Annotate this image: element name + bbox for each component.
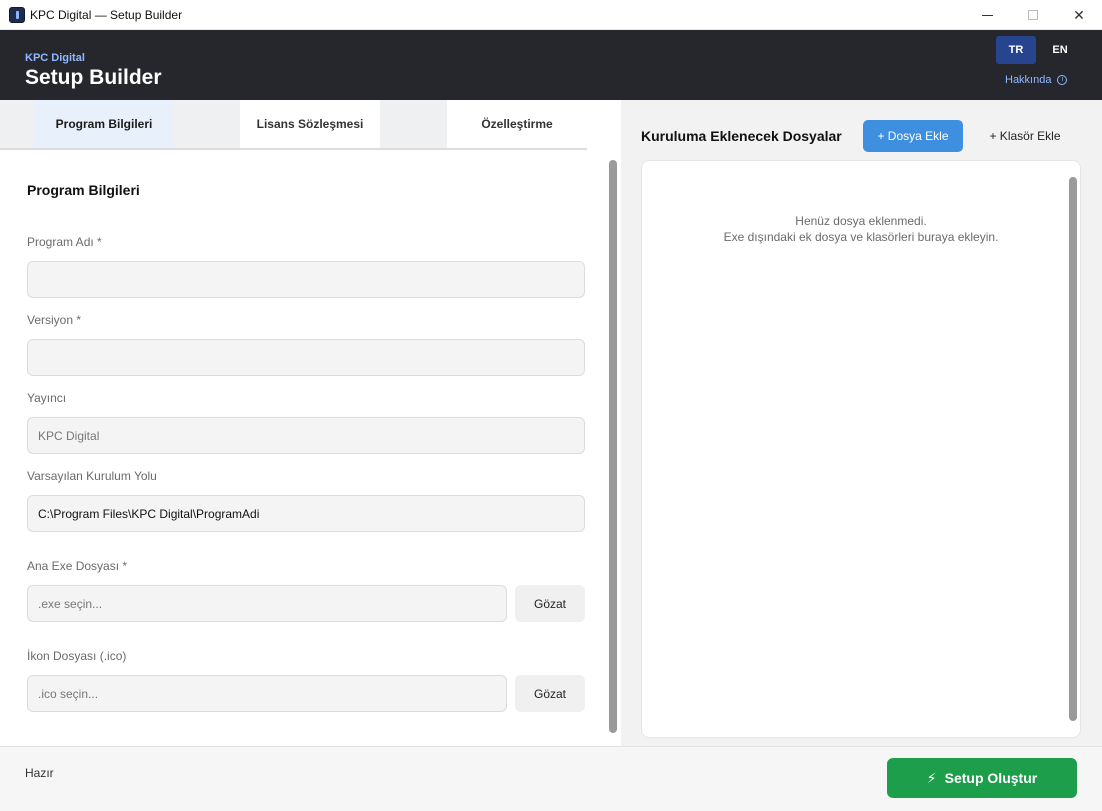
info-icon: i — [1057, 75, 1068, 85]
main-exe-input[interactable]: .exe seçin... — [27, 585, 507, 622]
status-text: Hazır — [25, 766, 54, 780]
about-link[interactable]: Hakkında i — [1005, 74, 1068, 86]
install-path-input[interactable]: C:\Program Files\KPC Digital\ProgramAdi — [27, 495, 585, 532]
icon-file-input[interactable]: .ico seçin... — [27, 675, 507, 712]
close-button[interactable]: ✕ — [1056, 0, 1102, 30]
add-file-button[interactable]: + Dosya Ekle — [863, 120, 963, 152]
browse-icon-button[interactable]: Gözat — [515, 675, 585, 712]
maximize-icon — [1028, 10, 1038, 20]
app-title: Setup Builder — [25, 66, 162, 89]
title-bar: KPC Digital — Setup Builder ✕ — [0, 0, 1102, 30]
form-scrollbar[interactable] — [609, 160, 617, 733]
create-setup-label: Setup Oluştur — [944, 770, 1038, 786]
program-name-label: Program Adı * — [27, 235, 102, 249]
maximize-button[interactable] — [1010, 0, 1056, 30]
files-panel-title: Kuruluma Eklenecek Dosyalar — [641, 128, 842, 144]
close-icon: ✕ — [1073, 6, 1085, 23]
empty-state-line2: Exe dışındaki ek dosya ve klasörleri bur… — [723, 230, 999, 244]
publisher-label: Yayıncı — [27, 391, 67, 405]
app-header: KPC Digital Setup Builder TR EN Hakkında… — [0, 30, 1102, 100]
empty-state-line1: Henüz dosya eklenmedi. — [795, 214, 927, 228]
file-list[interactable] — [641, 160, 1081, 738]
brand-company: KPC Digital — [25, 52, 85, 64]
lightning-icon: ⚡ — [926, 769, 937, 786]
tab-license-agreement[interactable]: Lisans Sözleşmesi — [240, 100, 380, 148]
browse-exe-button[interactable]: Gözat — [515, 585, 585, 622]
publisher-input[interactable]: KPC Digital — [27, 417, 585, 454]
tab-divider — [0, 148, 587, 150]
about-label: Hakkında — [1005, 74, 1052, 86]
tab-customization[interactable]: Özelleştirme — [447, 100, 587, 148]
minimize-icon — [981, 14, 993, 16]
app-icon — [9, 7, 25, 23]
program-name-input[interactable] — [27, 261, 585, 298]
file-list-scrollbar[interactable] — [1069, 177, 1077, 721]
language-tr-button[interactable]: TR — [996, 36, 1036, 64]
language-en-button[interactable]: EN — [1040, 36, 1080, 64]
install-path-label: Varsayılan Kurulum Yolu — [27, 469, 157, 483]
add-folder-button[interactable]: + Klasör Ekle — [980, 120, 1070, 152]
tab-bar: Program Bilgileri Lisans Sözleşmesi Özel… — [0, 100, 587, 148]
main-exe-label: Ana Exe Dosyası * — [27, 559, 128, 573]
minimize-button[interactable] — [964, 0, 1010, 30]
version-input[interactable] — [27, 339, 585, 376]
empty-state-message: Henüz dosya eklenmedi. Exe dışındaki ek … — [641, 213, 1081, 245]
create-setup-button[interactable]: ⚡ Setup Oluştur — [887, 758, 1077, 798]
version-label: Versiyon * — [27, 313, 82, 327]
section-title: Program Bilgileri — [27, 182, 140, 198]
tab-program-info[interactable]: Program Bilgileri — [34, 100, 174, 148]
window-title: KPC Digital — Setup Builder — [30, 8, 183, 22]
icon-file-label: İkon Dosyası (.ico) — [27, 649, 127, 663]
